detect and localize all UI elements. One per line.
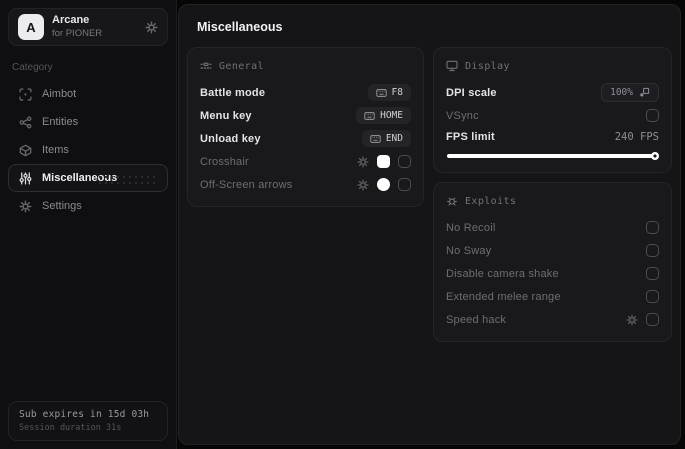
keybind-value: END <box>385 133 403 144</box>
app-title: Arcane <box>52 14 90 27</box>
panel-title: General <box>219 60 264 72</box>
setting-row-fps-limit: FPS limit 240 FPS <box>446 127 659 147</box>
keybind-badge[interactable]: HOME <box>356 107 411 124</box>
exploits-panel: Exploits No Recoil No Sway Disable camer… <box>433 182 672 342</box>
setting-row-crosshair: Crosshair <box>200 150 411 173</box>
fps-limit-value: 240 FPS <box>614 131 659 143</box>
box-icon <box>19 144 32 157</box>
setting-label: Menu key <box>200 109 252 122</box>
color-swatch[interactable] <box>377 155 390 168</box>
crosshair-checkbox[interactable] <box>398 155 411 168</box>
setting-label: Battle mode <box>200 86 266 99</box>
keyboard-icon <box>375 88 387 97</box>
sidebar: A Arcane for PIONER Category Aimbot Enti… <box>0 0 177 449</box>
app-window: A Arcane for PIONER Category Aimbot Enti… <box>0 0 685 449</box>
setting-row-menu-key: Menu key HOME <box>200 104 411 127</box>
fps-limit-slider[interactable] <box>447 152 659 160</box>
setting-row-offscreen-arrows: Off-Screen arrows <box>200 173 411 196</box>
offscreen-arrows-checkbox[interactable] <box>398 178 411 191</box>
setting-label: Off-Screen arrows <box>200 178 293 191</box>
speed-hack-checkbox[interactable] <box>646 313 659 326</box>
setting-label: VSync <box>446 109 479 122</box>
setting-label: Disable camera shake <box>446 267 559 280</box>
sidebar-item-items[interactable]: Items <box>8 136 168 164</box>
keybind-value: HOME <box>380 110 403 121</box>
app-subtitle: for PIONER <box>52 27 103 39</box>
setting-row-extended-melee-range: Extended melee range <box>446 285 659 308</box>
page-title: Miscellaneous <box>197 20 283 34</box>
sidebar-item-label: Entities <box>42 116 79 128</box>
dpi-scale-select[interactable]: 100% <box>601 83 659 102</box>
color-swatch[interactable] <box>377 178 390 191</box>
gear-icon[interactable] <box>145 20 158 34</box>
keybind-value: F8 <box>391 87 403 98</box>
setting-label: DPI scale <box>446 86 497 99</box>
setting-label: Crosshair <box>200 155 249 168</box>
no-recoil-checkbox[interactable] <box>646 221 659 234</box>
disable-camera-shake-checkbox[interactable] <box>646 267 659 280</box>
setting-row-vsync: VSync <box>446 104 659 127</box>
setting-label: No Recoil <box>446 221 496 234</box>
sliders-icon <box>19 171 32 185</box>
general-panel: General Battle mode F8 Menu key HOME Unl… <box>187 47 424 207</box>
brand-card: A Arcane for PIONER <box>8 8 168 46</box>
subscription-status-card: Sub expires in 15d 03h Session duration … <box>8 401 168 441</box>
app-logo: A <box>18 14 44 40</box>
setting-label: Speed hack <box>446 313 507 326</box>
extended-melee-range-checkbox[interactable] <box>646 290 659 303</box>
setting-label: Unload key <box>200 132 261 145</box>
slider-thumb[interactable] <box>651 152 659 160</box>
setting-row-speed-hack: Speed hack <box>446 308 659 331</box>
sidebar-item-settings[interactable]: Settings <box>8 192 168 220</box>
sidebar-item-aimbot[interactable]: Aimbot <box>8 80 168 108</box>
sidebar-item-miscellaneous[interactable]: Miscellaneous <box>8 164 168 192</box>
monitor-icon <box>446 60 458 72</box>
crosshair-scan-icon <box>19 87 32 101</box>
panel-title: Display <box>465 60 510 72</box>
setting-label: FPS limit <box>446 131 495 143</box>
keyboard-icon <box>370 134 381 143</box>
sub-expiry-text: Sub expires in 15d 03h <box>19 409 150 420</box>
display-panel: Display DPI scale 100% VSync FPS limit 2… <box>433 47 672 173</box>
setting-row-no-recoil: No Recoil <box>446 216 659 239</box>
setting-row-unload-key: Unload key END <box>200 127 411 150</box>
dpi-scale-value: 100% <box>610 87 633 98</box>
keybind-badge[interactable]: END <box>361 130 411 147</box>
setting-row-battle-mode: Battle mode F8 <box>200 81 411 104</box>
setting-row-dpi-scale: DPI scale 100% <box>446 81 659 104</box>
setting-row-disable-camera-shake: Disable camera shake <box>446 262 659 285</box>
gear-icon <box>19 199 32 213</box>
main-content: Miscellaneous General Battle mode F8 Men… <box>178 4 681 445</box>
setting-row-no-sway: No Sway <box>446 239 659 262</box>
no-sway-checkbox[interactable] <box>646 244 659 257</box>
vsync-checkbox[interactable] <box>646 109 659 122</box>
setting-label: No Sway <box>446 244 492 257</box>
brand-text: Arcane for PIONER <box>52 14 102 40</box>
sidebar-item-label: Items <box>42 144 69 156</box>
panel-title: Exploits <box>465 195 517 207</box>
list-icon <box>200 60 212 72</box>
keybind-badge[interactable]: F8 <box>367 84 411 101</box>
bug-icon <box>446 195 458 207</box>
session-duration-text: Session duration 31s <box>19 423 122 433</box>
sidebar-item-label: Aimbot <box>42 88 77 100</box>
scale-icon <box>639 87 650 98</box>
sidebar-item-label: Settings <box>42 200 82 212</box>
sidebar-item-entities[interactable]: Entities <box>8 108 168 136</box>
gear-icon[interactable] <box>357 178 369 191</box>
gear-icon[interactable] <box>357 155 369 168</box>
sidebar-item-label: Miscellaneous <box>42 172 118 184</box>
setting-label: Extended melee range <box>446 290 561 303</box>
gear-icon[interactable] <box>626 313 638 326</box>
entities-nodes-icon <box>19 116 32 129</box>
keyboard-icon <box>364 111 375 120</box>
category-label: Category <box>12 62 53 73</box>
